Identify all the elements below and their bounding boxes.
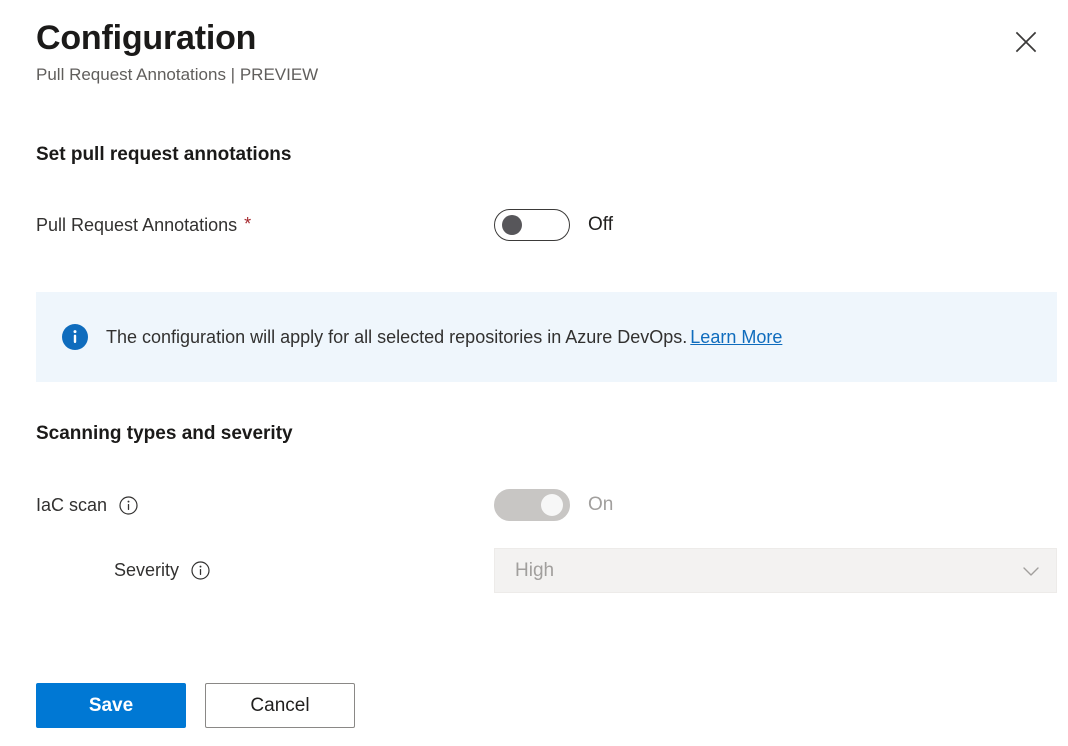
info-banner-text: The configuration will apply for all sel… (106, 325, 782, 349)
label-pull-request-annotations: Pull Request Annotations * (36, 213, 251, 237)
section-heading-scanning-types: Scanning types and severity (36, 423, 293, 444)
toggle-iac-scan (494, 489, 570, 521)
severity-dropdown: High (494, 548, 1057, 593)
required-asterisk: * (244, 214, 252, 234)
configuration-panel: Configuration Pull Request Annotations |… (0, 0, 1068, 746)
save-button[interactable]: Save (36, 683, 186, 728)
chevron-down-icon (1020, 560, 1042, 582)
label-severity: Severity (114, 558, 210, 582)
panel-header: Configuration Pull Request Annotations |… (36, 17, 976, 87)
control-iac-scan: On (494, 483, 613, 527)
info-icon-severity[interactable] (191, 560, 210, 580)
close-icon (1014, 30, 1038, 54)
control-pull-request-annotations: Off (494, 203, 613, 247)
page-title: Configuration (36, 19, 257, 57)
info-icon-iac-scan[interactable] (119, 495, 138, 515)
label-text: Pull Request Annotations (36, 215, 238, 235)
label-text: IaC scan (36, 495, 108, 515)
info-banner: The configuration will apply for all sel… (36, 292, 1057, 382)
info-banner-message: The configuration will apply for all sel… (106, 327, 688, 347)
page-subtitle: Pull Request Annotations | PREVIEW (36, 65, 319, 84)
footer-actions: Save Cancel (36, 683, 355, 728)
severity-dropdown-value: High (515, 559, 555, 581)
toggle-pull-request-annotations[interactable] (494, 209, 570, 241)
learn-more-link[interactable]: Learn More (690, 327, 782, 347)
cancel-button[interactable]: Cancel (205, 683, 355, 728)
toggle-state-label-pull-request-annotations: Off (588, 214, 613, 235)
section-heading-set-annotations: Set pull request annotations (36, 144, 292, 165)
toggle-thumb (541, 494, 563, 516)
close-button[interactable] (1006, 22, 1046, 62)
label-text: Severity (114, 560, 180, 580)
toggle-thumb (502, 215, 522, 235)
toggle-state-label-iac-scan: On (588, 494, 614, 515)
info-circle-filled-icon (62, 324, 88, 350)
label-iac-scan: IaC scan (36, 493, 138, 517)
